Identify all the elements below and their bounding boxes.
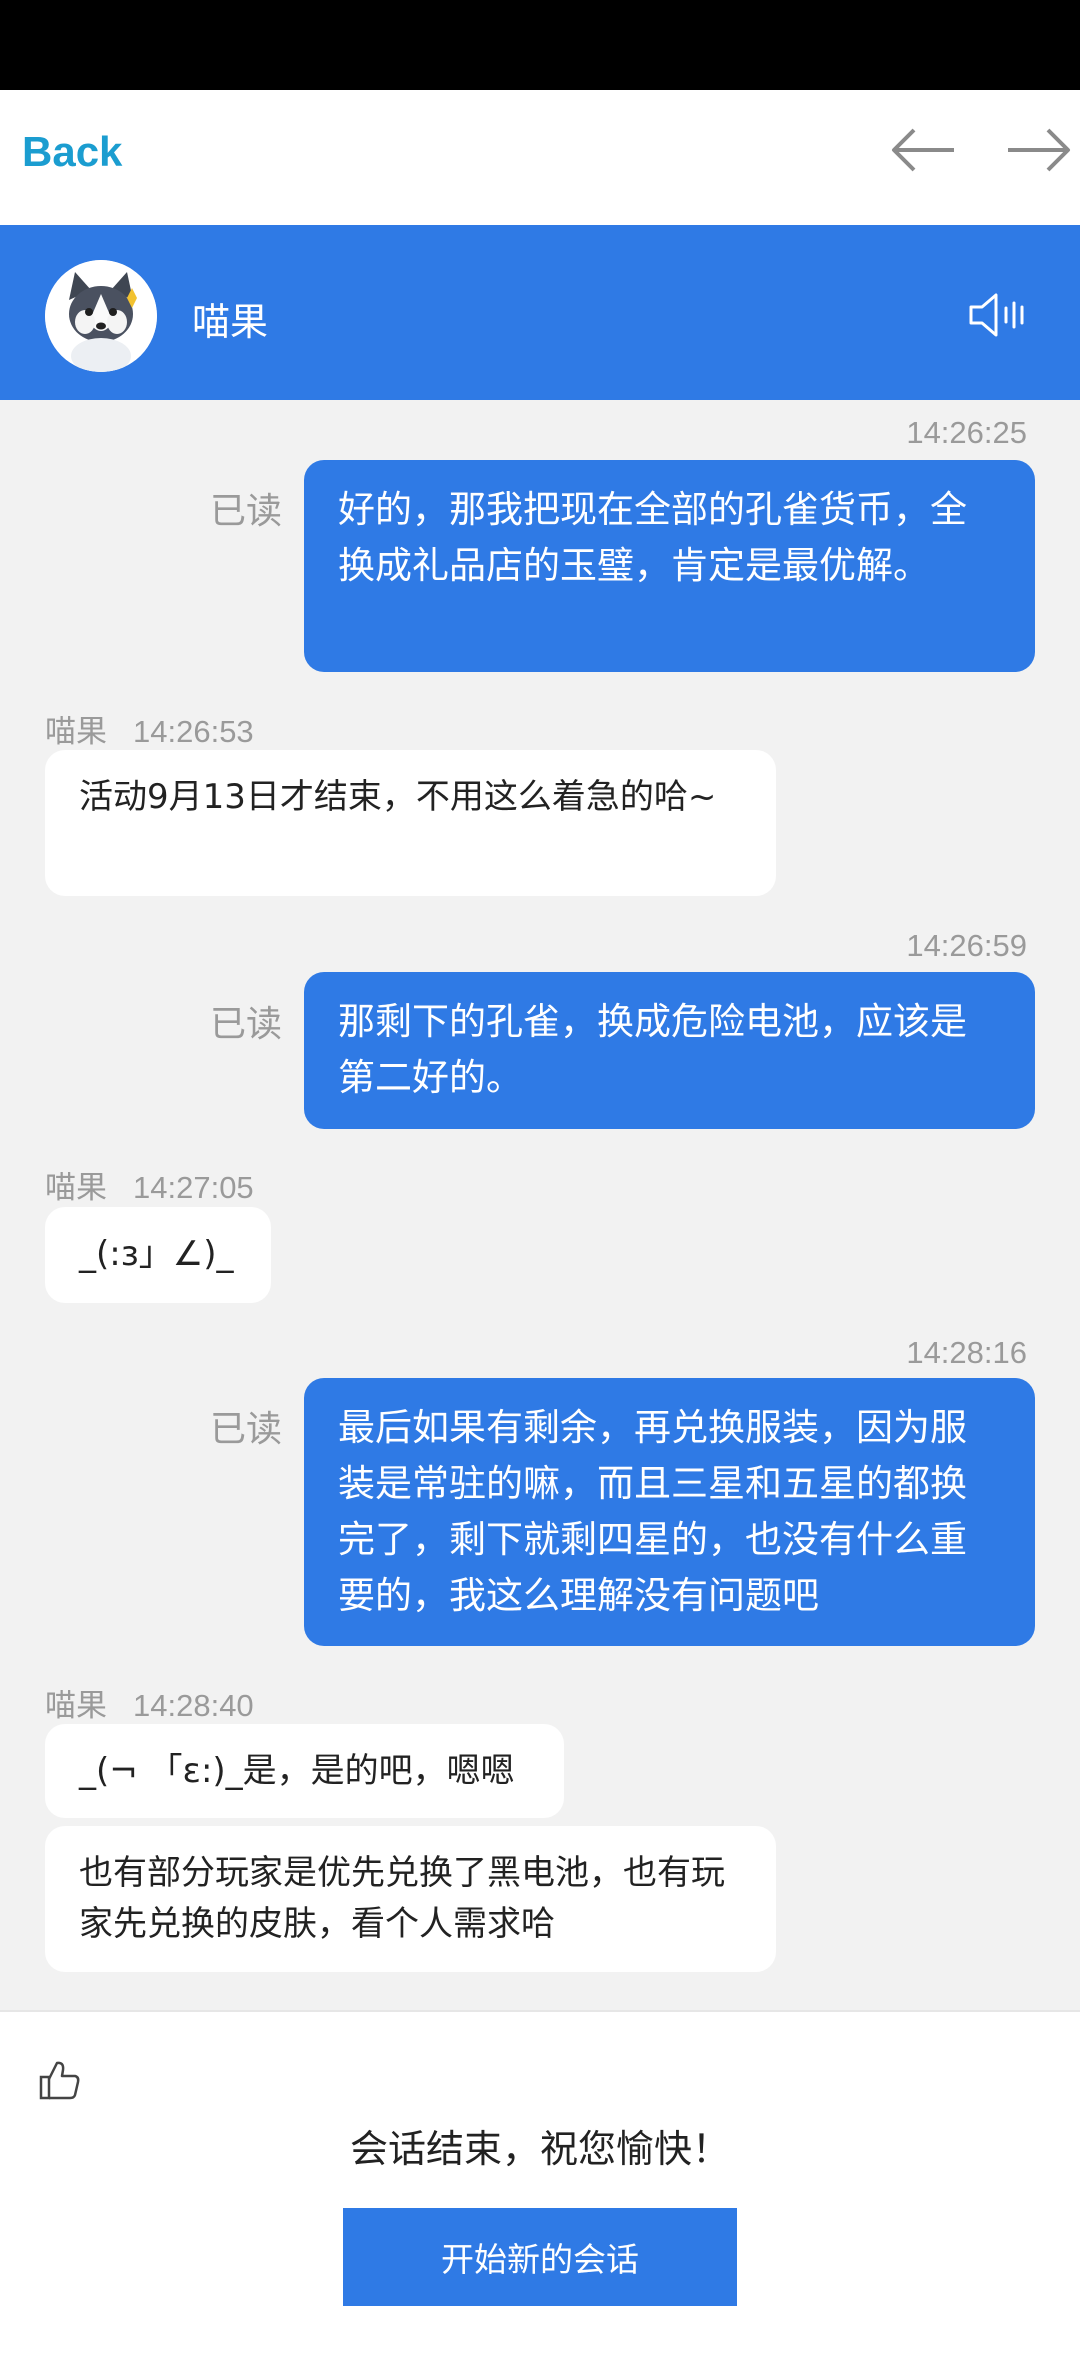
message-sender: 喵果 14:27:05 <box>45 1162 254 1207</box>
message-timestamp: 14:26:53 <box>133 714 254 749</box>
session-ended-text: 会话结束，祝您愉快！ <box>349 2127 730 2171</box>
back-link[interactable]: Back <box>22 128 122 176</box>
read-receipt: 已读 <box>210 491 283 532</box>
arrow-right-icon[interactable] <box>1004 120 1074 180</box>
incoming-message: 也有部分玩家是优先兑换了黑电池，也有玩家先兑换的皮肤，看个人需求哈 <box>45 1826 776 1972</box>
status-bar <box>0 0 1080 90</box>
message-timestamp: 14:28:16 <box>906 1335 1027 1370</box>
arrow-left-icon[interactable] <box>888 120 958 180</box>
agent-name: 喵果 <box>192 300 269 344</box>
sender-name: 喵果 <box>45 1688 107 1724</box>
browser-nav-bar: Back <box>0 90 1080 225</box>
message-timestamp: 14:26:25 <box>906 415 1027 450</box>
outgoing-message: 最后如果有剩余，再兑换服装，因为服装是常驻的嘛，而且三星和五星的都换完了，剩下就… <box>304 1378 1035 1646</box>
sender-name: 喵果 <box>45 1170 107 1206</box>
speaker-icon[interactable] <box>968 291 1026 339</box>
session-footer: 会话结束，祝您愉快！ 开始新的会话 <box>0 2010 1080 2378</box>
message-timestamp: 14:26:59 <box>906 928 1027 963</box>
message-timestamp: 14:27:05 <box>133 1170 254 1205</box>
message-timestamp: 14:28:40 <box>133 1688 254 1723</box>
thumbs-up-icon[interactable] <box>38 2058 82 2102</box>
outgoing-message: 好的，那我把现在全部的孔雀货币，全换成礼品店的玉璧，肯定是最优解。 <box>304 460 1035 672</box>
incoming-message: _(:з」∠)_ <box>45 1207 271 1303</box>
message-sender: 喵果 14:26:53 <box>45 706 254 751</box>
incoming-message: 活动9月13日才结束，不用这么着急的哈~ <box>45 750 776 896</box>
read-receipt: 已读 <box>210 1409 283 1450</box>
husky-avatar <box>45 260 157 372</box>
sender-name: 喵果 <box>45 714 107 750</box>
message-sender: 喵果 14:28:40 <box>45 1680 254 1725</box>
outgoing-message: 那剩下的孔雀，换成危险电池，应该是第二好的。 <box>304 972 1035 1129</box>
start-new-chat-button[interactable]: 开始新的会话 <box>343 2208 737 2306</box>
avatar <box>45 260 157 372</box>
read-receipt: 已读 <box>210 1004 283 1045</box>
chat-header: 喵果 <box>0 225 1080 400</box>
incoming-message: _(¬ 「ε:)_是，是的吧，嗯嗯 <box>45 1724 564 1818</box>
